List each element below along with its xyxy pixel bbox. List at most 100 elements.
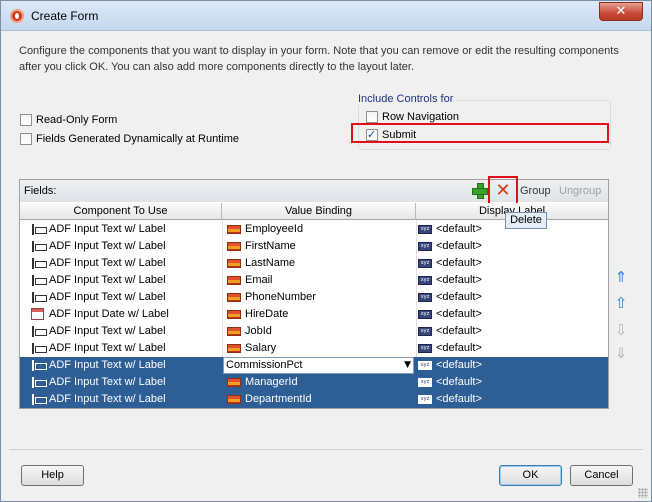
move-to-top-icon[interactable]: ⇑: [613, 269, 629, 285]
help-button-label: Help: [41, 469, 64, 481]
table-row[interactable]: ADF Input Text w/ Label JobId xyz <default>: [20, 323, 608, 340]
input-text-icon: [30, 292, 47, 303]
table-row[interactable]: ADF Input Text w/ Label Email xyz <default>: [20, 272, 608, 289]
close-button[interactable]: ✕: [599, 2, 643, 21]
resize-grip-icon[interactable]: [638, 488, 648, 498]
cancel-button[interactable]: Cancel: [570, 465, 633, 486]
display-label-cell[interactable]: xyz <default>: [416, 289, 608, 306]
fields-dynamic-label: Fields Generated Dynamically at Runtime: [36, 133, 239, 145]
component-name: ADF Input Text w/ Label: [49, 325, 166, 337]
chevron-down-icon[interactable]: ▼: [404, 358, 411, 373]
row-navigation-checkbox[interactable]: [366, 111, 378, 123]
display-label: <default>: [436, 240, 482, 252]
component-cell[interactable]: ADF Input Text w/ Label: [20, 323, 221, 340]
add-icon[interactable]: [472, 183, 488, 199]
component-cell[interactable]: ADF Input Text w/ Label: [20, 357, 221, 374]
component-name: ADF Input Text w/ Label: [49, 223, 166, 235]
display-label-cell[interactable]: xyz <default>: [416, 340, 608, 357]
component-cell[interactable]: ADF Input Text w/ Label: [20, 340, 221, 357]
display-label-cell[interactable]: xyz <default>: [416, 323, 608, 340]
display-label-cell[interactable]: xyz <default>: [416, 272, 608, 289]
value-binding: Salary: [245, 342, 277, 354]
column-header-value-binding[interactable]: Value Binding: [222, 203, 416, 220]
read-only-form-checkbox[interactable]: [20, 114, 32, 126]
value-binding: Email: [245, 274, 273, 286]
attribute-icon: [227, 344, 241, 353]
component-name: ADF Input Text w/ Label: [49, 376, 166, 388]
table-row[interactable]: ADF Input Text w/ Label PhoneNumber xyz <de…: [20, 289, 608, 306]
value-binding-cell[interactable]: EmployeeId: [222, 221, 415, 238]
table-row[interactable]: ADF Input Text w/ Label FirstName xyz <defa…: [20, 238, 608, 255]
text-literal-icon: xyz: [418, 259, 432, 268]
submit-highlight-box: [351, 123, 609, 143]
input-text-icon: [30, 360, 47, 371]
group-button[interactable]: Group: [520, 185, 551, 197]
table-row[interactable]: ADF Input Text w/ Label DepartmentId xyz <d…: [20, 391, 608, 408]
text-literal-icon: xyz: [418, 242, 432, 251]
component-cell[interactable]: ADF Input Text w/ Label: [20, 238, 221, 255]
display-label-cell[interactable]: xyz <default>: [416, 374, 608, 391]
value-binding-dropdown[interactable]: CommissionPct ▼: [223, 357, 414, 374]
move-down-icon[interactable]: ⇩: [613, 322, 629, 338]
text-literal-icon: xyz: [418, 344, 432, 353]
value-binding-cell[interactable]: PhoneNumber: [222, 289, 415, 306]
display-label-cell[interactable]: xyz <default>: [416, 357, 608, 374]
value-binding: LastName: [245, 257, 296, 269]
display-label: <default>: [436, 359, 482, 371]
component-cell[interactable]: ADF Input Date w/ Label: [20, 306, 221, 323]
attribute-icon: [227, 293, 241, 302]
table-row[interactable]: ADF Input Text w/ Label Salary xyz <default…: [20, 340, 608, 357]
value-binding-cell[interactable]: JobId: [222, 323, 415, 340]
component-name: ADF Input Date w/ Label: [49, 308, 169, 320]
move-to-bottom-icon[interactable]: ⇓: [613, 345, 629, 361]
attribute-icon: [227, 395, 241, 404]
display-label-cell[interactable]: xyz <default>: [416, 238, 608, 255]
help-button[interactable]: Help: [21, 465, 84, 486]
table-row[interactable]: ADF Input Text w/ Label CommissionPct ▼ xyz…: [20, 357, 608, 374]
value-binding-cell[interactable]: FirstName: [222, 238, 415, 255]
oracle-app-icon: [10, 9, 24, 23]
value-binding-cell[interactable]: LastName: [222, 255, 415, 272]
component-cell[interactable]: ADF Input Text w/ Label: [20, 255, 221, 272]
attribute-icon: [227, 242, 241, 251]
component-cell[interactable]: ADF Input Text w/ Label: [20, 289, 221, 306]
include-controls-title: Include Controls for: [355, 93, 457, 105]
table-row[interactable]: ADF Input Text w/ Label LastName xyz <defau…: [20, 255, 608, 272]
value-binding-cell[interactable]: HireDate: [222, 306, 415, 323]
value-binding-cell[interactable]: Salary: [222, 340, 415, 357]
display-label: <default>: [436, 223, 482, 235]
display-label-cell[interactable]: xyz <default>: [416, 306, 608, 323]
display-label-cell[interactable]: xyz <default>: [416, 255, 608, 272]
delete-highlight-box: [488, 176, 518, 206]
move-up-icon[interactable]: ⇧: [613, 295, 629, 311]
display-label: <default>: [436, 325, 482, 337]
ok-button[interactable]: OK: [499, 465, 562, 486]
row-navigation-label: Row Navigation: [382, 111, 460, 123]
fields-dynamic-checkbox[interactable]: [20, 133, 32, 145]
table-row[interactable]: ADF Input Text w/ Label ManagerId xyz <defa…: [20, 374, 608, 391]
title-bar: Create Form ✕: [1, 1, 651, 31]
ungroup-button[interactable]: Ungroup: [559, 185, 601, 197]
component-cell[interactable]: ADF Input Text w/ Label: [20, 221, 221, 238]
input-text-icon: [30, 343, 47, 354]
attribute-icon: [227, 327, 241, 336]
attribute-icon: [227, 378, 241, 387]
component-cell[interactable]: ADF Input Text w/ Label: [20, 374, 221, 391]
ok-button-label: OK: [522, 469, 539, 481]
value-binding-cell[interactable]: DepartmentId: [222, 391, 415, 408]
text-literal-icon: xyz: [418, 395, 432, 404]
value-binding: EmployeeId: [245, 223, 304, 235]
value-binding-cell[interactable]: ManagerId: [222, 374, 415, 391]
value-binding: ManagerId: [245, 376, 298, 388]
component-cell[interactable]: ADF Input Text w/ Label: [20, 391, 221, 408]
display-label-cell[interactable]: xyz <default>: [416, 391, 608, 408]
component-cell[interactable]: ADF Input Text w/ Label: [20, 272, 221, 289]
component-name: ADF Input Text w/ Label: [49, 274, 166, 286]
input-text-icon: [30, 258, 47, 269]
table-row[interactable]: ADF Input Date w/ Label HireDate xyz <defau…: [20, 306, 608, 323]
value-binding-cell[interactable]: Email: [222, 272, 415, 289]
input-date-icon: [31, 308, 44, 320]
column-header-component[interactable]: Component To Use: [20, 203, 222, 220]
value-binding: FirstName: [245, 240, 296, 252]
display-label: <default>: [436, 342, 482, 354]
